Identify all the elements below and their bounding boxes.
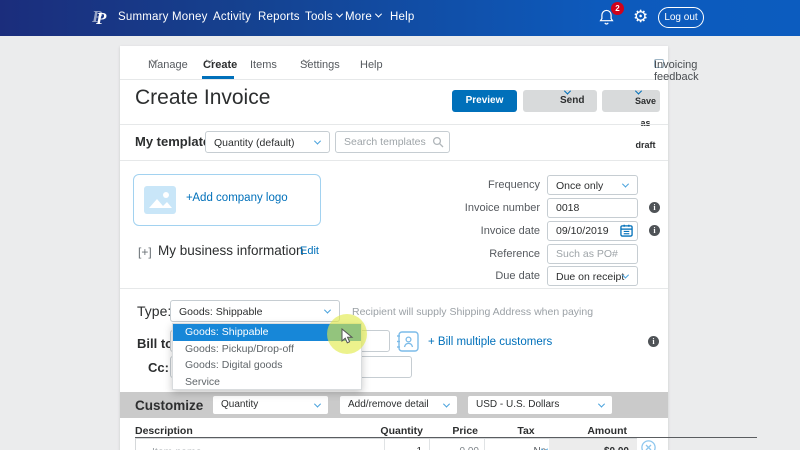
chevron-down-icon [443,401,450,408]
template-select[interactable]: Quantity (default) [205,131,330,153]
chevron-down-icon [314,138,321,145]
chevron-down-icon [622,181,629,188]
col-header-price: Price [428,425,478,437]
expand-business-info-toggle[interactable]: [+] [138,245,152,259]
col-header-amount: Amount [567,425,627,437]
type-helper-text: Recipient will supply Shipping Address w… [352,306,593,318]
invoice-number-input[interactable] [547,198,638,218]
invoice-item-row: 1 0.00 No tax $0.00 [135,438,637,450]
tab-help[interactable]: Help [360,59,383,71]
chevron-down-icon [314,401,321,408]
due-date-select[interactable]: Due on receipt [547,266,638,286]
edit-business-info-link[interactable]: Edit [300,245,319,257]
divider [120,124,668,125]
nav-tools[interactable]: Tools [305,11,342,23]
frequency-select[interactable]: Once only [547,175,638,195]
send-button[interactable]: Send [523,90,597,112]
chevron-down-icon [541,446,548,450]
bill-multiple-customers-link[interactable]: + Bill multiple customers [428,336,552,348]
item-name-input[interactable] [144,443,354,450]
gear-icon[interactable]: ⚙ [633,7,648,27]
col-header-description: Description [135,425,193,437]
chevron-down-icon [324,307,331,314]
tabs-divider [120,79,668,80]
business-info-label: My business information [158,243,304,258]
reference-label: Reference [430,248,540,260]
column-divider [484,439,485,450]
info-icon[interactable]: i [649,202,660,213]
menu-item-service[interactable]: Service [173,374,361,391]
nav-help[interactable]: Help [390,11,414,23]
add-company-logo-button[interactable]: + Add company logo [133,174,321,226]
due-date-label: Due date [430,270,540,282]
invoice-number-label: Invoice number [430,202,540,214]
item-price-value[interactable]: 0.00 [434,446,479,450]
divider [120,160,668,161]
item-amount-value: $0.00 [564,446,629,450]
divider [120,288,668,289]
column-divider [429,439,430,450]
image-placeholder-icon [144,186,176,214]
customize-column-select[interactable]: Quantity [213,396,328,414]
preview-button[interactable]: Preview [452,90,517,112]
frequency-label: Frequency [430,179,540,191]
tab-items[interactable]: Items [250,59,277,71]
menu-item-goods-digital[interactable]: Goods: Digital goods [173,357,361,374]
nav-money[interactable]: Money [172,11,208,23]
customize-label: Customize [135,398,203,413]
paypal-logo-icon[interactable]: PP [92,6,112,28]
logout-button[interactable]: Log out [658,7,704,28]
page-title: Create Invoice [135,86,270,110]
save-as-draft-button[interactable]: Save as draft [602,90,660,112]
chevron-down-icon [598,401,605,408]
nav-activity[interactable]: Activity [213,11,251,23]
info-icon[interactable]: i [649,225,660,236]
top-navigation-bar: PP Summary Money Activity Reports Tools … [0,0,800,36]
add-logo-label: + Add company logo [186,192,192,204]
notification-badge: 2 [611,2,624,15]
item-quantity-value[interactable]: 1 [382,446,422,450]
col-header-tax: Tax [506,425,546,437]
nav-more[interactable]: More [345,11,381,23]
invoice-card: Manage Create Items Settings Help Invoic… [120,46,668,450]
reference-input[interactable] [547,244,638,264]
invoice-date-label: Invoice date [430,225,540,237]
type-label: Type: [137,303,171,319]
info-icon[interactable]: i [648,336,659,347]
col-header-quantity: Quantity [365,425,423,437]
cc-label: Cc: [148,360,169,375]
customize-bar: Customize Quantity Add/remove detail USD… [120,392,668,418]
type-select[interactable]: Goods: Shippable [170,300,340,322]
nav-reports[interactable]: Reports [258,11,300,23]
nav-summary[interactable]: Summary [118,11,169,23]
chevron-down-icon [375,11,382,18]
chevron-down-icon [336,11,343,18]
add-remove-detail-select[interactable]: Add/remove detail [340,396,457,414]
currency-select[interactable]: USD - U.S. Dollars [468,396,612,414]
